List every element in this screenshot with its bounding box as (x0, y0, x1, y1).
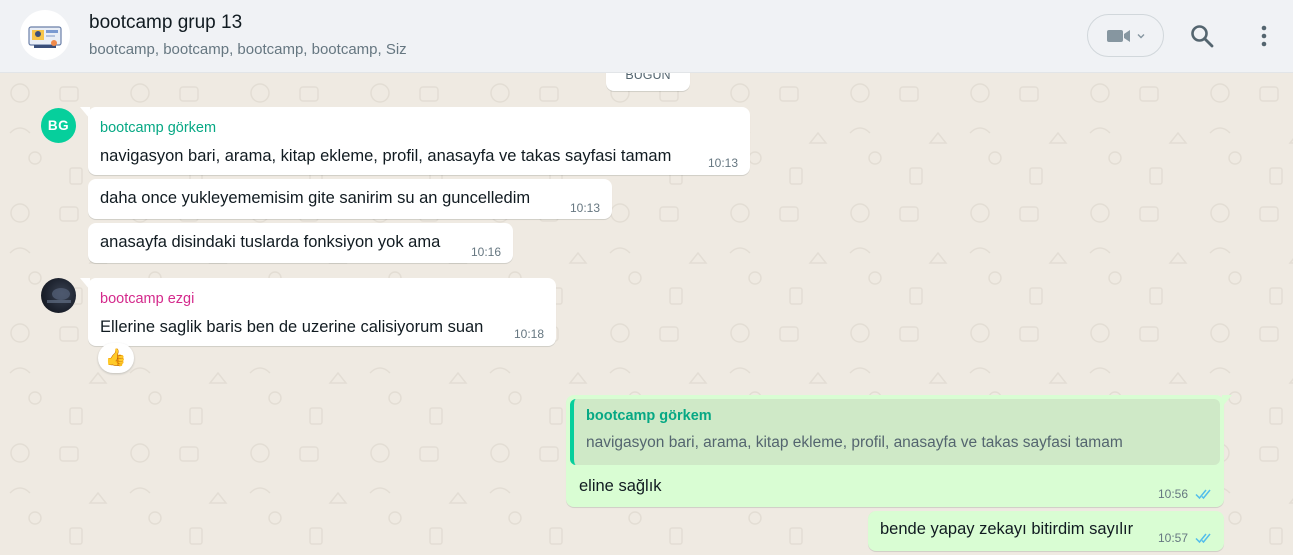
message-time: 10:16 (471, 245, 502, 259)
chat-members[interactable]: bootcamp, bootcamp, bootcamp, bootcamp, … (89, 41, 407, 58)
menu-icon (1261, 25, 1267, 47)
profile-photo (47, 288, 71, 303)
message-bubble[interactable]: bootcamp ezgi Ellerine saglik baris ben … (80, 278, 556, 346)
chevron-down-icon (1137, 33, 1144, 38)
message-sender[interactable]: bootcamp görkem (100, 120, 216, 136)
message-text: eline sağlık (579, 477, 662, 495)
message-time: 10:57 (1158, 531, 1189, 545)
avatar[interactable] (41, 278, 76, 313)
date-divider: BUGÜN (606, 73, 690, 91)
message-text: bende yapay zekayı bitirdim sayılır (880, 520, 1134, 538)
bubble-tail (1222, 395, 1232, 407)
bubble-tail (80, 278, 90, 290)
video-call-button[interactable] (1087, 14, 1164, 57)
quoted-message[interactable]: bootcamp görkem navigasyon bari, arama, … (570, 399, 1220, 465)
group-avatar-illustration (28, 26, 62, 48)
quoted-text: navigasyon bari, arama, kitap ekleme, pr… (586, 434, 1123, 451)
message-sender[interactable]: bootcamp ezgi (100, 291, 194, 307)
chat-title[interactable]: bootcamp grup 13 (89, 12, 242, 34)
avatar-initials: BG (47, 118, 70, 133)
read-receipt-icon (1195, 489, 1211, 500)
message-text: navigasyon bari, arama, kitap ekleme, pr… (100, 147, 672, 165)
message-time: 10:13 (570, 201, 601, 215)
message-bubble[interactable]: bootcamp görkem navigasyon bari, arama, … (80, 107, 750, 175)
chat-area[interactable]: BUGÜN BG bootcamp görkem navigasyon bari… (0, 73, 1293, 555)
chat-header: bootcamp grup 13 bootcamp, bootcamp, boo… (0, 0, 1293, 73)
video-call-icon (1106, 29, 1130, 42)
reaction-badge[interactable]: 👍 (98, 343, 134, 373)
message-text: daha once yukleyememisim gite sanirim su… (100, 189, 531, 207)
message-time: 10:18 (514, 327, 545, 341)
message-text: anasayfa disindaki tuslarda fonksiyon yo… (100, 233, 441, 251)
search-icon (1191, 25, 1214, 48)
avatar[interactable]: BG (41, 108, 76, 143)
quoted-sender: bootcamp görkem (586, 408, 712, 424)
message-bubble-outgoing[interactable]: bende yapay zekayı bitirdim sayılır 10:5… (868, 511, 1224, 551)
read-receipt-icon (1195, 533, 1211, 544)
menu-button[interactable] (1250, 20, 1278, 52)
message-bubble[interactable]: anasayfa disindaki tuslarda fonksiyon yo… (88, 223, 513, 263)
message-bubble[interactable]: daha once yukleyememisim gite sanirim su… (88, 179, 612, 219)
group-avatar[interactable] (20, 10, 70, 60)
thumbs-up-icon: 👍 (105, 348, 127, 367)
bubble-tail (80, 107, 90, 119)
message-time: 10:13 (708, 156, 739, 170)
search-button[interactable] (1186, 20, 1218, 52)
message-text: Ellerine saglik baris ben de uzerine cal… (100, 318, 484, 336)
message-time: 10:56 (1158, 487, 1189, 501)
